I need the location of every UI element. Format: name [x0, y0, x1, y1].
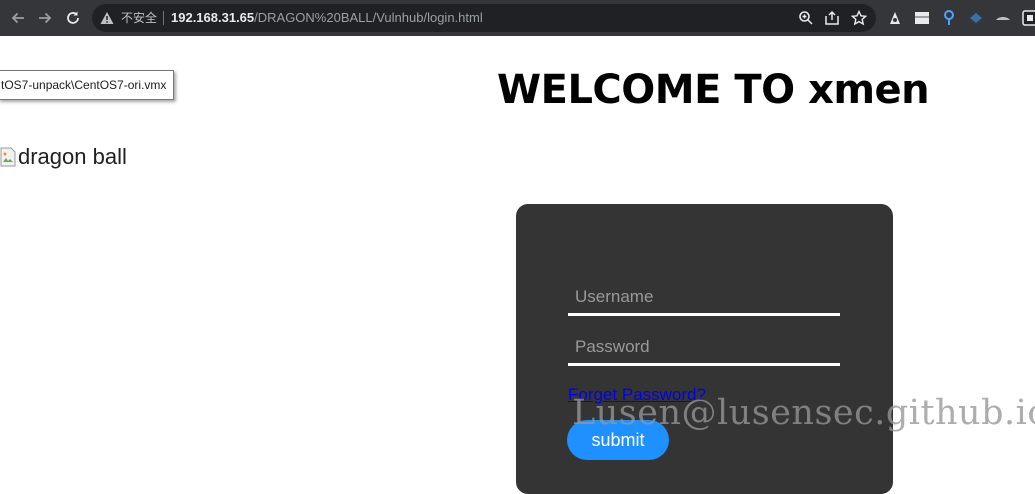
url-host: 192.168.31.65 [171, 10, 255, 25]
password-field [568, 331, 840, 366]
extension-5-icon[interactable] [994, 9, 1012, 27]
login-form: Forget Password? submit [516, 204, 893, 494]
forgot-password-link[interactable]: Forget Password? [568, 385, 706, 405]
extension-6-icon[interactable] [1021, 9, 1035, 27]
tooltip: tOS7-unpack\CentOS7-ori.vmx [0, 70, 175, 100]
forward-arrow-icon[interactable] [33, 6, 57, 30]
extension-3-icon[interactable] [940, 9, 958, 27]
url-path: /DRAGON%20BALL/Vulnhub/login.html [254, 10, 483, 25]
share-icon[interactable] [824, 10, 840, 26]
zoom-icon[interactable] [798, 10, 814, 26]
security-status-label[interactable]: 不安全 [121, 11, 157, 25]
back-arrow-icon[interactable] [6, 6, 30, 30]
omnibox-divider [163, 11, 164, 25]
address-bar[interactable]: 不安全 192.168.31.65/DRAGON%20BALL/Vulnhub/… [92, 4, 876, 32]
extension-2-icon[interactable] [913, 9, 931, 27]
bookmark-star-icon[interactable] [850, 9, 868, 26]
image-alt-text: dragon ball [18, 144, 127, 169]
extension-4-icon[interactable] [967, 9, 985, 27]
page-title: WELCOME TO xmen [497, 67, 930, 113]
browser-toolbar: 不安全 192.168.31.65/DRAGON%20BALL/Vulnhub/… [0, 0, 1035, 36]
password-input[interactable] [568, 331, 840, 363]
extension-1-icon[interactable] [886, 9, 904, 27]
username-field [568, 281, 840, 316]
username-input[interactable] [568, 281, 840, 313]
warning-icon[interactable] [100, 11, 114, 30]
dragon-ball-image: dragon ball [0, 145, 127, 169]
submit-button[interactable]: submit [567, 420, 669, 460]
url-text[interactable]: 192.168.31.65/DRAGON%20BALL/Vulnhub/logi… [171, 10, 483, 26]
reload-icon[interactable] [61, 6, 85, 30]
broken-image-icon [0, 147, 16, 167]
